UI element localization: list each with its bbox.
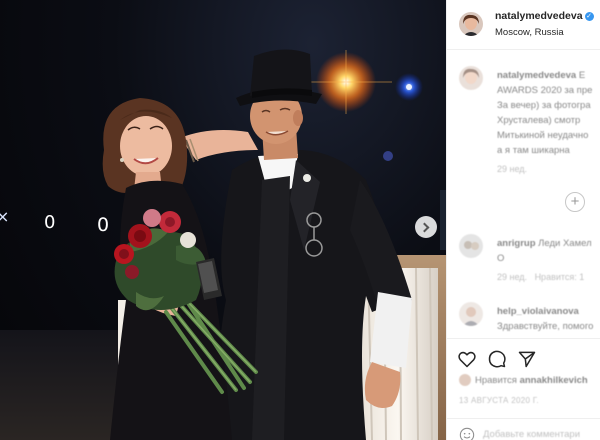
verified-icon: ✓ [584,12,594,21]
comment-username[interactable]: help_violaivanova [497,306,579,317]
author-username-line: natalymedvedeva ✓ [495,10,594,22]
caption-line: а я там шикарна [497,145,570,156]
add-comment-bar: Добавьте комментари [447,418,600,440]
comment-meta: 29 нед. Нравится: 1 [497,270,600,285]
caption-avatar[interactable] [459,66,483,90]
comment-button[interactable] [487,349,507,369]
post-sidebar: natalymedvedeva ✓ Moscow, Russia natalyme… [446,0,600,440]
neon-digit-1: 0 [44,212,55,233]
woman-face [120,116,172,176]
comment-username[interactable]: anrigrup [497,238,536,249]
comment-icon [488,350,506,368]
comment-avatar[interactable] [459,234,483,258]
emoji-icon[interactable] [459,427,475,440]
next-arrow-icon [419,222,430,232]
likes-line: Нравится annakhilkevich [459,374,588,386]
comment-body: anrigrup Леди Хамел О 29 нед. Нравится: … [497,236,600,285]
neon-digit-2: 0 [97,214,109,236]
heart-icon [458,351,476,368]
caption-badge: E [578,70,586,81]
post-date[interactable]: 13 АВГУСТА 2020 Г. [459,396,539,405]
post-header: natalymedvedeva ✓ Moscow, Russia [447,0,600,50]
comment-text: Здравствуйте, помого [497,321,594,332]
comment-body: help_violaivanova Здравствуйте, помого [497,304,600,334]
neon-mark-left: × [0,207,9,226]
caption-line: Митькиной неудачно [497,130,589,141]
like-button[interactable] [457,349,477,369]
share-button[interactable] [517,349,537,369]
post-caption: natalymedvedeva E AWARDS 2020 за пре За … [459,66,600,176]
comment-avatar[interactable] [459,302,483,326]
next-photo-button[interactable] [415,216,437,238]
comment-text: Леди Хамел [538,238,592,249]
photo-illustration: × 0 0 [0,49,446,440]
caption-line: За вечер) за фотогра [497,100,591,111]
instagram-post-view: × 0 0 natalymedvedeva ✓ Moscow, Russia n… [0,0,600,440]
caption-line: AWARDS 2020 за пре [497,85,593,96]
post-photo[interactable]: × 0 0 [0,0,446,440]
load-more-icon[interactable]: + [565,192,585,212]
liker-avatar [459,374,471,386]
rose [143,209,161,227]
post-location[interactable]: Moscow, Russia [495,27,564,38]
comment-time: 29 нед. [497,272,528,282]
caption-line: Хрусталева) смотр [497,115,581,126]
likes-prefix: Нравится [475,375,517,386]
comment-likes[interactable]: Нравится: 1 [535,272,585,282]
caption-body: natalymedvedeva E AWARDS 2020 за пре За … [497,68,600,177]
comment-item: help_violaivanova Здравствуйте, помого [459,302,600,338]
share-icon [518,351,536,368]
author-avatar[interactable] [459,12,483,36]
post-actions [447,338,600,374]
caption-username[interactable]: natalymedvedeva [497,70,576,81]
comment-item: anrigrup Леди Хамел О 29 нед. Нравится: … [459,234,600,294]
caption-time: 29 нед. [497,164,528,174]
comment-reply: О [497,253,505,264]
liker-username[interactable]: annakhilkevich [520,375,588,386]
author-username[interactable]: natalymedvedeva [495,10,583,22]
add-comment-input[interactable]: Добавьте комментари [483,429,580,440]
